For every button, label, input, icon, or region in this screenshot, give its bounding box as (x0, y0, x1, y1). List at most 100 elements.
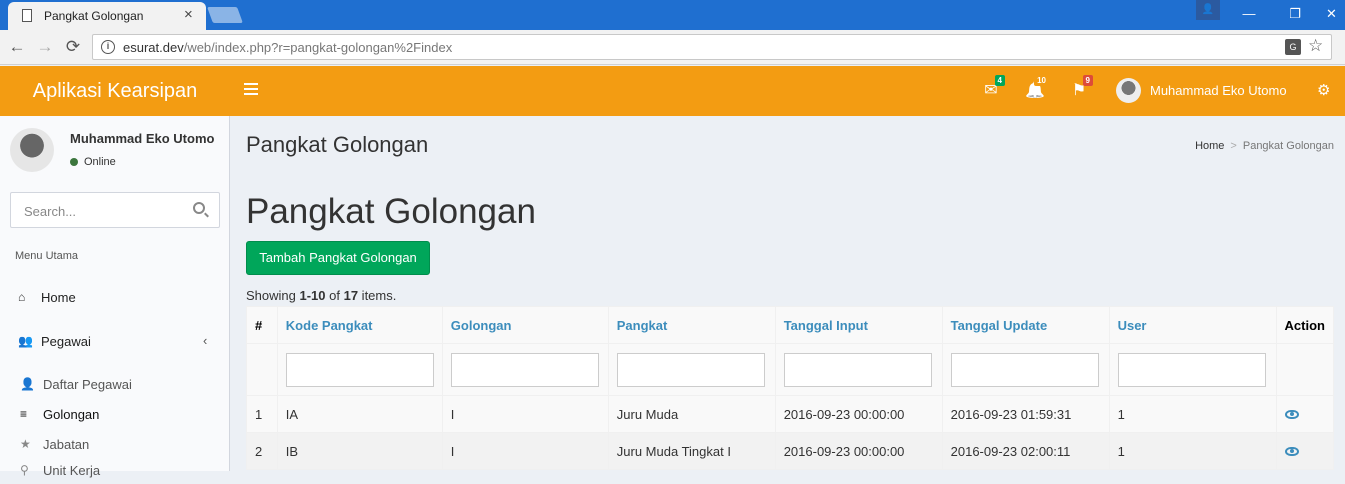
tab-title: Pangkat Golongan (44, 9, 144, 23)
maximize-button[interactable]: ❐ (1272, 0, 1318, 30)
avatar (10, 128, 54, 172)
user-icon: 👤 (20, 377, 35, 391)
column-header-pangkat[interactable]: Pangkat (607, 306, 776, 344)
cell-golongan: I (441, 395, 609, 433)
cell-number: 1 (246, 395, 278, 433)
cell-action (1275, 395, 1335, 433)
mail-badge: 4 (994, 75, 1005, 86)
filter-golongan-input[interactable] (450, 352, 599, 387)
table-row: 1 IA I Juru Muda 2016-09-23 00:00:00 201… (246, 395, 1335, 433)
url-text: esurat.dev/web/index.php?r=pangkat-golon… (123, 40, 453, 55)
breadcrumb-home[interactable]: Home (1195, 140, 1224, 152)
menu-header: Menu Utama (15, 250, 78, 262)
table-header-row: # Kode Pangkat Golongan Pangkat Tanggal … (246, 306, 1335, 344)
filter-tanggal-input-input[interactable] (783, 352, 932, 387)
bookmark-star-icon[interactable]: ☆ (1308, 36, 1323, 56)
reload-button[interactable]: ⟳ (62, 36, 84, 58)
new-tab-button[interactable] (207, 7, 243, 23)
cell-pangkat: Juru Muda (607, 395, 776, 433)
sidebar: Muhammad Eko Utomo Online Search... Menu… (0, 116, 230, 478)
filter-user-input[interactable] (1117, 352, 1266, 387)
search-input[interactable]: Search... (10, 192, 220, 228)
view-eye-icon[interactable] (1284, 409, 1299, 419)
data-table: # Kode Pangkat Golongan Pangkat Tanggal … (246, 306, 1335, 470)
column-header-tanggal-input[interactable]: Tanggal Input (774, 306, 943, 344)
filter-kode-pangkat-input[interactable] (285, 352, 434, 387)
sidebar-item-golongan[interactable]: ≡ Golongan (0, 400, 229, 428)
sidebar-item-label: Home (41, 290, 76, 305)
mail-icon[interactable]: ✉ 4 (979, 75, 1005, 102)
cell-golongan: I (441, 432, 609, 470)
sidebar-item-label: Daftar Pegawai (43, 377, 132, 392)
minimize-button[interactable]: — (1226, 0, 1272, 30)
gears-icon[interactable]: ⚙ (1317, 81, 1330, 99)
filter-tanggal-update-input[interactable] (950, 352, 1099, 387)
flag-icon[interactable]: ⚑ 9 (1067, 75, 1093, 102)
filter-row (246, 343, 1335, 396)
page-heading: Pangkat Golongan (246, 192, 536, 231)
back-button[interactable]: ← (6, 36, 28, 58)
online-dot-icon (70, 158, 78, 166)
breadcrumb: Home > Pangkat Golongan (1195, 140, 1334, 152)
cell-tanggal-input: 2016-09-23 00:00:00 (774, 432, 943, 470)
profile-icon[interactable]: 👤 (1196, 0, 1220, 20)
forward-button[interactable]: → (34, 36, 56, 58)
bell-badge: 10 (1034, 75, 1049, 86)
flag-badge: 9 (1082, 75, 1093, 86)
cell-pangkat: Juru Muda Tingkat I (607, 432, 776, 470)
column-header-tanggal-update[interactable]: Tanggal Update (941, 306, 1110, 344)
column-header-action: Action (1275, 306, 1335, 344)
search-placeholder: Search... (24, 204, 77, 219)
app-logo[interactable]: Aplikasi Kearsipan (0, 66, 230, 116)
sidebar-item-pegawai[interactable]: 👥 Pegawai ‹ (0, 324, 229, 358)
search-icon[interactable] (193, 202, 205, 214)
sitemap-icon: ⚲ (20, 463, 29, 477)
address-bar: ← → ⟳ i esurat.dev/web/index.php?r=pangk… (0, 30, 1345, 65)
app-header: Aplikasi Kearsipan ✉ 4 🔔 10 ⚑ 9 Muhammad… (0, 66, 1345, 116)
cell-kode: IB (276, 432, 443, 470)
sidebar-item-jabatan[interactable]: ★ Jabatan (0, 430, 229, 458)
list-icon: ≡ (20, 407, 28, 421)
column-header-number: # (246, 306, 278, 344)
sidebar-item-label: Pegawai (41, 334, 91, 349)
tab-close-icon[interactable]: × (184, 6, 193, 23)
main-content: Pangkat Golongan Home > Pangkat Golongan P… (231, 116, 1345, 471)
close-window-button[interactable]: ✕ (1318, 0, 1345, 30)
column-header-user[interactable]: User (1108, 306, 1277, 344)
cell-action (1275, 432, 1335, 470)
cell-kode: IA (276, 395, 443, 433)
sidebar-item-daftar-pegawai[interactable]: 👤 Daftar Pegawai (0, 370, 229, 398)
cell-tanggal-update: 2016-09-23 02:00:11 (941, 432, 1110, 470)
home-icon: ⌂ (18, 290, 26, 304)
sidebar-item-unit-kerja[interactable]: ⚲ Unit Kerja (0, 456, 229, 484)
chevron-left-icon: ‹ (203, 333, 208, 348)
url-input[interactable]: i esurat.dev/web/index.php?r=pangkat-gol… (92, 34, 1332, 60)
cell-number: 2 (246, 432, 278, 470)
cell-user: 1 (1108, 432, 1277, 470)
browser-titlebar: Pangkat Golongan × 👤 — ❐ ✕ (0, 0, 1345, 30)
users-icon: 👥 (18, 334, 33, 348)
sidebar-toggle-icon[interactable] (244, 83, 258, 97)
table-row: 2 IB I Juru Muda Tingkat I 2016-09-23 00… (246, 432, 1335, 470)
sidebar-user-name: Muhammad Eko Utomo (70, 131, 215, 146)
sidebar-item-label: Jabatan (43, 437, 90, 452)
breadcrumb-current: Pangkat Golongan (1242, 140, 1334, 152)
sidebar-item-label: Golongan (43, 407, 100, 422)
browser-tab[interactable]: Pangkat Golongan × (8, 2, 206, 30)
cell-user: 1 (1108, 395, 1277, 433)
bell-icon[interactable]: 🔔 10 (1023, 75, 1049, 102)
filter-pangkat-input[interactable] (616, 352, 765, 387)
cell-tanggal-update: 2016-09-23 01:59:31 (941, 395, 1110, 433)
page-title: Pangkat Golongan (246, 132, 429, 157)
info-icon[interactable]: i (101, 40, 115, 54)
view-eye-icon[interactable] (1284, 446, 1299, 456)
summary-text: Showing 1-10 of 17 items. (246, 288, 397, 303)
page-icon (22, 9, 32, 22)
sidebar-item-home[interactable]: ⌂ Home (0, 280, 229, 314)
translate-icon[interactable]: G (1285, 39, 1301, 55)
add-pangkat-golongan-button[interactable]: Tambah Pangkat Golongan (246, 241, 430, 275)
header-user-name[interactable]: Muhammad Eko Utomo (1150, 83, 1287, 98)
avatar[interactable] (1116, 78, 1141, 103)
column-header-golongan[interactable]: Golongan (441, 306, 609, 344)
column-header-kode-pangkat[interactable]: Kode Pangkat (276, 306, 443, 344)
